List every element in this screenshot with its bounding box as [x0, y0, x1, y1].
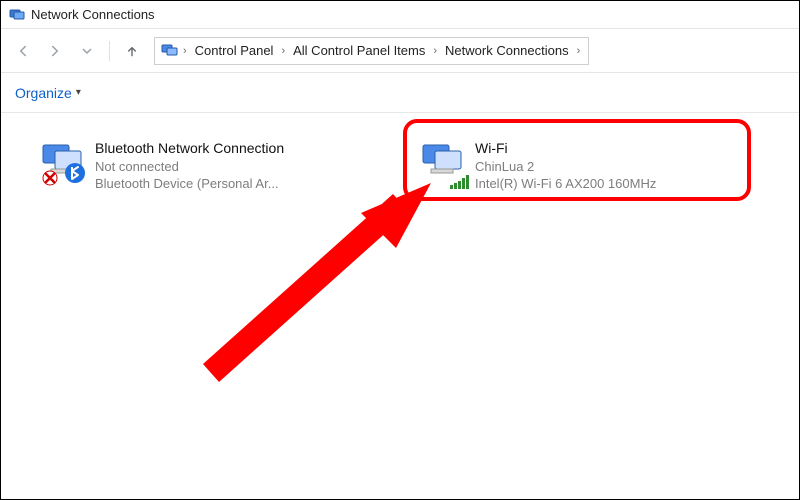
- wifi-adapter-icon: [419, 139, 467, 187]
- connection-item-wifi[interactable]: Wi-Fi ChinLua 2 Intel(R) Wi-Fi 6 AX200 1…: [409, 133, 749, 199]
- chevron-right-icon[interactable]: ›: [575, 45, 583, 57]
- window-title: Network Connections: [31, 7, 155, 22]
- network-connections-icon: [9, 7, 25, 23]
- network-places-icon: [161, 42, 179, 60]
- organize-label: Organize: [15, 85, 72, 101]
- navigation-bar: › Control Panel › All Control Panel Item…: [1, 29, 799, 73]
- connection-status: Not connected: [95, 158, 284, 176]
- breadcrumb-segment[interactable]: Network Connections: [441, 41, 573, 60]
- address-bar[interactable]: › Control Panel › All Control Panel Item…: [154, 37, 589, 65]
- breadcrumb-segment[interactable]: All Control Panel Items: [289, 41, 429, 60]
- connection-name: Bluetooth Network Connection: [95, 139, 284, 158]
- organize-menu-button[interactable]: Organize ▾: [15, 85, 81, 101]
- chevron-right-icon[interactable]: ›: [279, 45, 287, 57]
- chevron-right-icon[interactable]: ›: [181, 45, 189, 57]
- up-button[interactable]: [120, 39, 144, 63]
- signal-strength-icon: [450, 175, 469, 189]
- dropdown-arrow-icon: ▾: [76, 87, 81, 98]
- connection-status: ChinLua 2: [475, 158, 656, 176]
- connection-device: Intel(R) Wi-Fi 6 AX200 160MHz: [475, 175, 656, 193]
- breadcrumb-segment[interactable]: Control Panel: [191, 41, 278, 60]
- back-button[interactable]: [11, 39, 35, 63]
- connection-item-bluetooth[interactable]: Bluetooth Network Connection Not connect…: [29, 133, 369, 199]
- bluetooth-adapter-icon: [39, 139, 87, 187]
- content-area: Bluetooth Network Connection Not connect…: [1, 113, 799, 499]
- title-bar: Network Connections: [1, 1, 799, 29]
- forward-button[interactable]: [43, 39, 67, 63]
- chevron-right-icon[interactable]: ›: [431, 45, 439, 57]
- connection-name: Wi-Fi: [475, 139, 656, 158]
- recent-locations-dropdown[interactable]: [75, 39, 99, 63]
- separator: [109, 41, 110, 61]
- annotation-arrow: [191, 183, 451, 383]
- toolbar: Organize ▾: [1, 73, 799, 113]
- connection-device: Bluetooth Device (Personal Ar...: [95, 175, 284, 193]
